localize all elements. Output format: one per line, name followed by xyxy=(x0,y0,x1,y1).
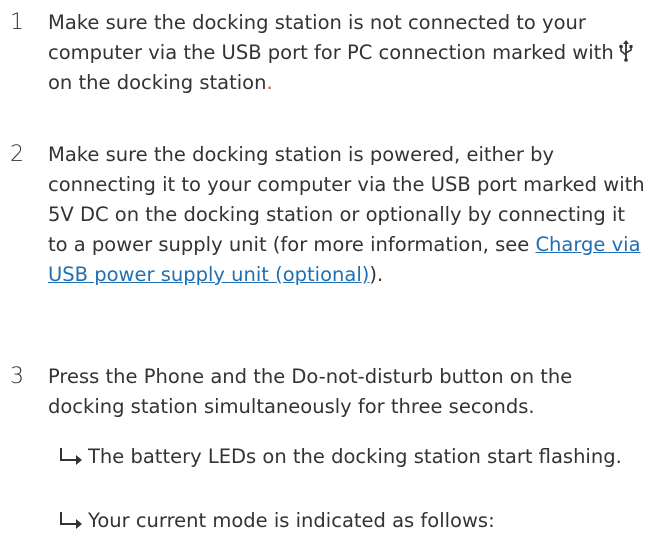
step-1-text-part2: on the docking station xyxy=(48,71,267,94)
step-number: 3 xyxy=(10,364,24,389)
step-1-period: . xyxy=(266,71,273,94)
step-number: 2 xyxy=(10,142,24,167)
result-text: Your current mode is indicated as follow… xyxy=(88,509,495,532)
step-text: Make sure the docking station is not con… xyxy=(48,8,648,98)
step-number: 1 xyxy=(10,10,24,35)
instructions-document: 1 Make sure the docking station is not c… xyxy=(0,0,658,544)
result-arrow-icon xyxy=(60,512,82,529)
result-item-1: The battery LEDs on the docking station … xyxy=(60,442,648,472)
result-text: The battery LEDs on the docking station … xyxy=(88,445,622,468)
usb-icon xyxy=(618,40,633,62)
step-text: Press the Phone and the Do-not-disturb b… xyxy=(48,365,573,418)
step-text: Make sure the docking station is powered… xyxy=(48,140,648,290)
step-1-text-part1: Make sure the docking station is not con… xyxy=(48,11,614,64)
step-2-text-part2: ). xyxy=(369,263,384,286)
result-item-2: Your current mode is indicated as follow… xyxy=(60,506,648,536)
result-arrow-icon xyxy=(60,448,82,465)
